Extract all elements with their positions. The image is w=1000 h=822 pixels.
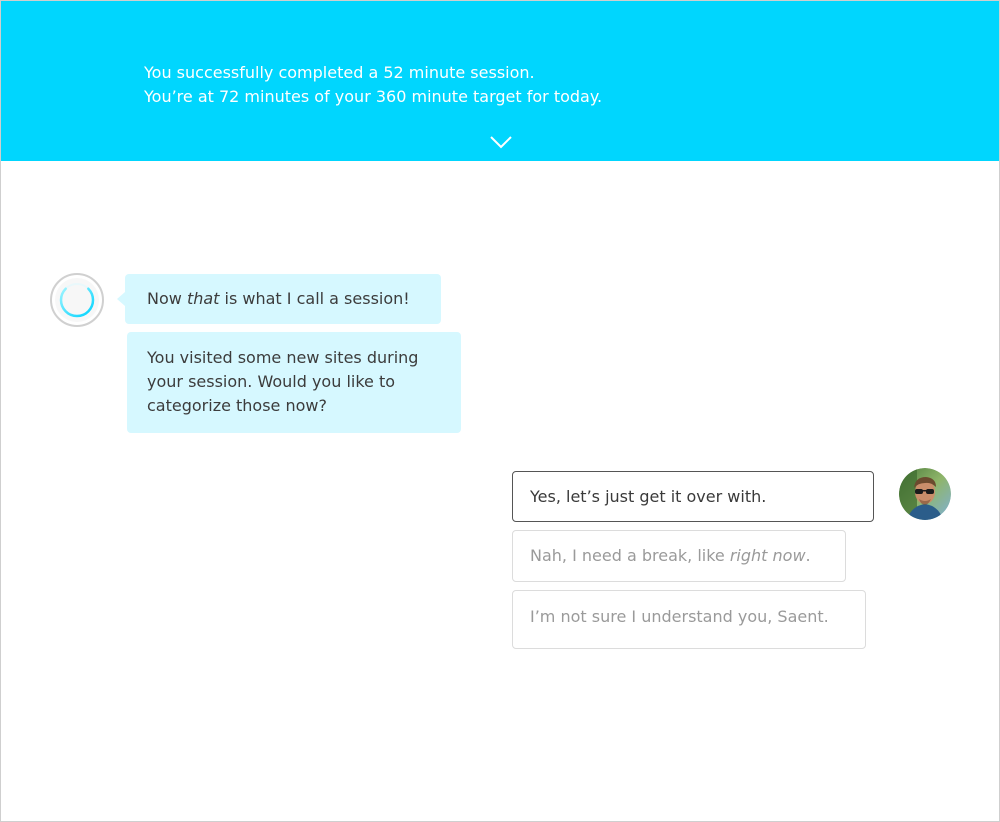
session-summary-banner: You successfully completed a 52 minute s… (1, 1, 999, 161)
session-summary-line-2: You’re at 72 minutes of your 360 minute … (144, 87, 603, 106)
bot-message-1-emphasis: that (186, 289, 220, 308)
reply-option-nah-emphasis: right now (729, 546, 806, 565)
session-summary-line-1: You successfully completed a 52 minute s… (144, 63, 535, 82)
reply-option-yes[interactable]: Yes, let’s just get it over with. (512, 471, 874, 522)
reply-option-nah-text-before: Nah, I need a break, like (530, 546, 730, 565)
session-summary-text: You successfully completed a 52 minute s… (144, 61, 602, 109)
bot-ring-icon (59, 283, 95, 318)
bot-avatar (50, 273, 104, 327)
reply-option-nah-text-after: . (805, 546, 811, 565)
bot-message-1-text-after: is what I call a session! (219, 289, 410, 308)
reply-option-nah[interactable]: Nah, I need a break, like right now. (512, 530, 846, 582)
chevron-down-icon[interactable] (490, 134, 512, 149)
bot-message-1-text-before: Now (147, 289, 187, 308)
bot-message-1: Now that is what I call a session! (117, 274, 441, 324)
app-frame: You successfully completed a 52 minute s… (0, 0, 1000, 822)
reply-option-not-sure[interactable]: I’m not sure I understand you, Saent. (512, 590, 866, 649)
user-avatar (899, 468, 951, 520)
user-photo-avatar (899, 468, 951, 520)
bot-message-2: You visited some new sites during your s… (127, 332, 461, 433)
